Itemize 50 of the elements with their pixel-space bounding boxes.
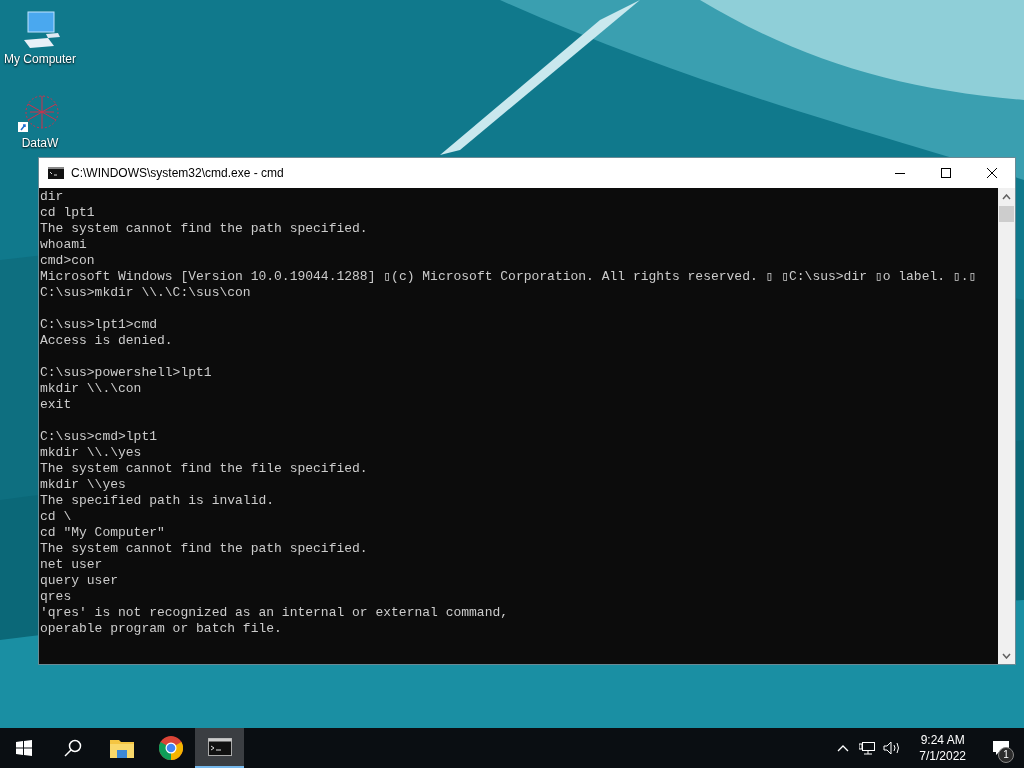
desktop-icon-label: My Computer [4,52,76,66]
console-line: The specified path is invalid. [40,493,275,508]
console-line: C:\sus>cmd>lpt1 [40,429,158,444]
console-line: qres [40,589,72,604]
console-line: exit [40,397,72,412]
search-icon [63,739,82,757]
window-title: C:\WINDOWS\system32\cmd.exe - cmd [71,165,285,182]
minimize-icon [895,172,905,174]
console-line: operable program or batch file. [40,621,282,636]
console-line: cmd>con [40,253,95,268]
console-line: Microsoft Windows [Version 10.0.19044.1288] ▯(c) Microsoft Corporation. All rights reserved. ▯ ▯C:\sus>dir ▯o label. ▯.▯ [40,269,977,284]
console-line: cd \ [40,509,72,524]
clock-date: 7/1/2022 [919,748,966,764]
clock-time: 9:24 AM [920,732,965,748]
scrollbar[interactable] [998,188,1015,664]
console-line: The system cannot find the path specified. [40,541,368,556]
console-line: mkdir \\yes [40,477,126,492]
maximize-icon [941,168,951,178]
folder-icon [109,738,134,758]
console-line: query user [40,573,118,588]
console-line: dir [40,189,64,204]
speaker-icon[interactable] [883,741,902,755]
taskbar-app-button[interactable] [195,728,244,768]
console-line: mkdir \\.\yes [40,445,142,460]
console-line: Access is denied. [40,333,173,348]
scroll-down-icon [1002,653,1011,659]
console-line: The system cannot find the path specified. [40,221,368,236]
console-line: 'qres' is not recognized as an internal or external command, [40,605,509,620]
console-line: whoami [40,237,87,252]
desktop-icon-label: DataW [21,136,59,150]
browser-icon [158,736,183,760]
scroll-up-icon [1002,194,1011,200]
console-line: C:\sus>lpt1>cmd [40,317,158,332]
console-line: C:\sus>powershell>lpt1 [40,365,212,380]
terminal-icon [48,167,64,179]
windows-icon [16,740,32,756]
close-icon [987,168,997,178]
console-line: C:\sus>mkdir \\.\C:\sus\con [40,285,251,300]
console-line: cd "My Computer" [40,525,165,540]
console-line: net user [40,557,103,572]
network-graph-icon[interactable] [18,94,62,134]
chevron-up-icon[interactable] [837,744,850,752]
network-icon[interactable] [859,741,876,755]
terminal-icon [207,738,232,756]
clock[interactable]: 9:24 AM 7/1/2022 [911,732,974,764]
scroll-thumb[interactable] [999,206,1014,222]
console-line: mkdir \\.\con [40,381,142,396]
console-line: cd lpt1 [40,205,95,220]
notification-badge: 1 [998,747,1014,763]
console-line: The system cannot find the file specified. [40,461,368,476]
